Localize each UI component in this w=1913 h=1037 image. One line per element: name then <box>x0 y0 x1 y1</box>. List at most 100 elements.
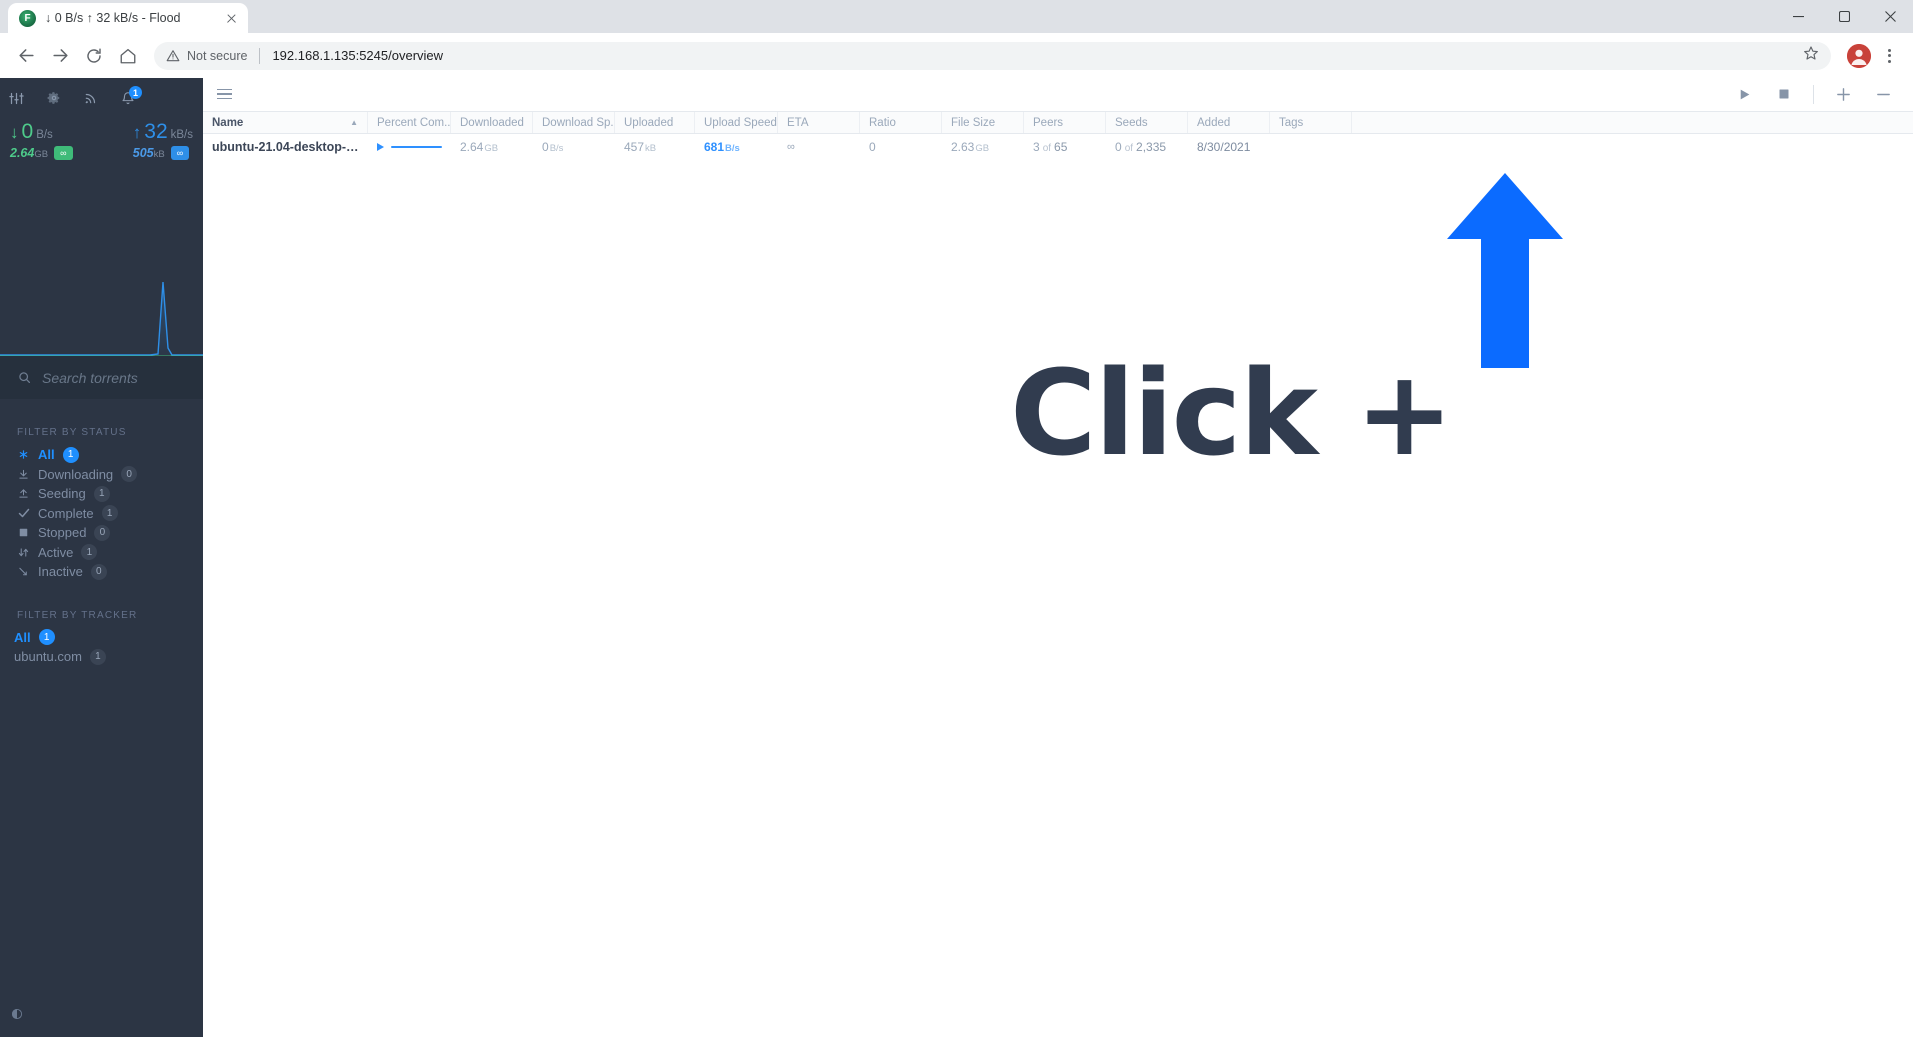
sidebar-item-stopped[interactable]: Stopped 0 <box>0 523 203 542</box>
download-rate-value: 0 <box>21 120 34 143</box>
maximize-icon[interactable] <box>1821 0 1867 33</box>
home-icon[interactable] <box>112 40 144 72</box>
status-count: 1 <box>93 485 110 502</box>
column-header-percent[interactable]: Percent Com... <box>368 112 451 133</box>
cell-percent-complete <box>368 143 451 151</box>
status-filter-group: Filter by Status All 1 Downloading 0 <box>0 399 203 582</box>
download-limit-badge[interactable]: ∞ <box>54 146 73 160</box>
sidebar-item-all-status[interactable]: All 1 <box>0 445 203 464</box>
cell-added: 8/30/2021 <box>1197 140 1251 154</box>
sidebar-icon-row: 1 <box>0 78 203 111</box>
sidebar-item-label: Seeding <box>38 486 86 501</box>
back-icon[interactable] <box>10 40 42 72</box>
status-count: 0 <box>121 466 138 482</box>
bookmark-star-icon[interactable] <box>1803 45 1819 66</box>
transfer-rate-graph <box>0 281 203 357</box>
status-count: 1 <box>81 544 98 560</box>
column-header-spacer <box>1352 112 1913 133</box>
column-header-added[interactable]: Added <box>1188 112 1270 133</box>
browser-tab[interactable]: F ↓ 0 B/s ↑ 32 kB/s - Flood <box>8 3 248 33</box>
notification-bell-icon[interactable]: 1 <box>121 86 142 110</box>
transfer-rates: ↓ 0 B/s 2.64GB ∞ ↑ 32 kB/s 505kB ∞ <box>0 111 203 160</box>
upload-rate: ↑ 32 kB/s 505kB ∞ <box>133 121 193 160</box>
search-torrents-container[interactable] <box>0 356 203 399</box>
toolbar-actions <box>1724 78 1903 111</box>
sort-asc-icon: ▲ <box>350 118 358 127</box>
theme-contrast-icon[interactable] <box>11 1007 23 1025</box>
download-icon <box>17 469 30 480</box>
tracker-count: 1 <box>89 648 106 665</box>
check-icon <box>17 507 30 519</box>
tracker-filter-group: Filter by Tracker All 1 ubuntu.com 1 <box>0 582 203 667</box>
address-bar[interactable]: Not secure 192.168.1.135:5245/overview <box>154 41 1831 70</box>
upload-arrow-icon: ↑ <box>132 123 142 142</box>
hamburger-menu-icon[interactable] <box>217 88 232 100</box>
flood-favicon: F <box>19 9 36 27</box>
sidebar-item-ubuntu-com[interactable]: ubuntu.com 1 <box>0 647 203 666</box>
minimize-icon[interactable] <box>1775 0 1821 33</box>
tracker-count: 1 <box>38 629 55 645</box>
status-count: 0 <box>94 524 111 541</box>
browser-menu-icon[interactable] <box>1875 42 1903 70</box>
cell-eta: ∞ <box>787 141 795 153</box>
filter-status-heading: Filter by Status <box>17 427 127 438</box>
toolbar-divider <box>1813 84 1814 104</box>
download-arrow-icon: ↓ <box>10 123 19 142</box>
security-indicator[interactable]: Not secure <box>166 49 247 63</box>
column-header-tags[interactable]: Tags <box>1270 112 1352 133</box>
close-window-icon[interactable] <box>1867 0 1913 33</box>
gear-icon[interactable] <box>47 91 61 110</box>
asterisk-icon <box>17 449 30 460</box>
table-header: Name ▲ Percent Com... Downloaded Download… <box>203 111 1913 134</box>
column-header-file-size[interactable]: File Size <box>942 112 1024 133</box>
upload-rate-value: 32 <box>144 120 168 143</box>
column-header-downloaded[interactable]: Downloaded <box>451 112 533 133</box>
sidebar-item-downloading[interactable]: Downloading 0 <box>0 465 203 484</box>
sidebar-item-label: Stopped <box>38 525 87 540</box>
search-input[interactable] <box>42 369 192 386</box>
sidebar-item-inactive[interactable]: Inactive 0 <box>0 562 203 581</box>
upload-limit-badge[interactable]: ∞ <box>170 146 190 160</box>
status-count: 1 <box>62 446 79 463</box>
column-header-seeds[interactable]: Seeds <box>1106 112 1188 133</box>
torrent-table: Name ▲ Percent Com... Downloaded Download… <box>203 111 1913 1037</box>
cell-ratio: 0 <box>869 140 876 154</box>
add-torrent-button[interactable] <box>1823 78 1863 111</box>
rss-feed-icon[interactable] <box>84 91 98 110</box>
cell-upload-speed: 681 B/s <box>704 140 740 154</box>
play-icon <box>377 143 384 151</box>
sidebar-item-label: All <box>14 629 31 645</box>
inactive-arrow-icon <box>17 566 30 577</box>
start-torrent-button[interactable] <box>1724 78 1764 111</box>
column-header-eta[interactable]: ETA <box>778 112 860 133</box>
forward-icon[interactable] <box>44 40 76 72</box>
sidebar-item-label: Complete <box>38 505 94 521</box>
sidebar-item-active[interactable]: Active 1 <box>0 543 203 562</box>
upload-icon <box>17 488 30 499</box>
column-header-upload-speed[interactable]: Upload Speed <box>695 112 778 133</box>
column-header-peers[interactable]: Peers <box>1024 112 1106 133</box>
status-count: 1 <box>101 505 118 521</box>
column-header-download-speed[interactable]: Download Sp... <box>533 112 615 133</box>
sidebar-item-complete[interactable]: Complete 1 <box>0 504 203 523</box>
stop-torrent-button[interactable] <box>1764 78 1804 111</box>
stop-square-icon <box>17 528 30 537</box>
stats-icon[interactable] <box>9 91 24 111</box>
active-arrows-icon <box>17 547 30 558</box>
progress-bar <box>391 145 442 149</box>
browser-toolbar: Not secure 192.168.1.135:5245/overview <box>0 33 1913 78</box>
close-tab-icon[interactable] <box>223 10 240 27</box>
table-row[interactable]: ubuntu-21.04-desktop-am... 2.64 GB 0 B/s 4… <box>203 134 1913 160</box>
cell-downloaded: 2.64 GB <box>460 140 499 154</box>
download-rate: ↓ 0 B/s 2.64GB ∞ <box>10 121 73 160</box>
profile-avatar[interactable] <box>1847 43 1871 68</box>
column-header-ratio[interactable]: Ratio <box>860 112 942 133</box>
sidebar-item-seeding[interactable]: Seeding 1 <box>0 484 203 503</box>
sidebar-item-all-trackers[interactable]: All 1 <box>0 628 203 647</box>
app-sidebar: 1 ↓ 0 B/s 2.64GB ∞ ↑ 32 kB/s 505kB ∞ Sea… <box>0 78 203 1037</box>
column-header-name[interactable]: Name ▲ <box>203 112 368 133</box>
cell-download-speed: 0 B/s <box>542 140 564 154</box>
remove-torrent-button[interactable] <box>1863 78 1903 111</box>
column-header-uploaded[interactable]: Uploaded <box>615 112 695 133</box>
reload-icon[interactable] <box>78 40 110 72</box>
